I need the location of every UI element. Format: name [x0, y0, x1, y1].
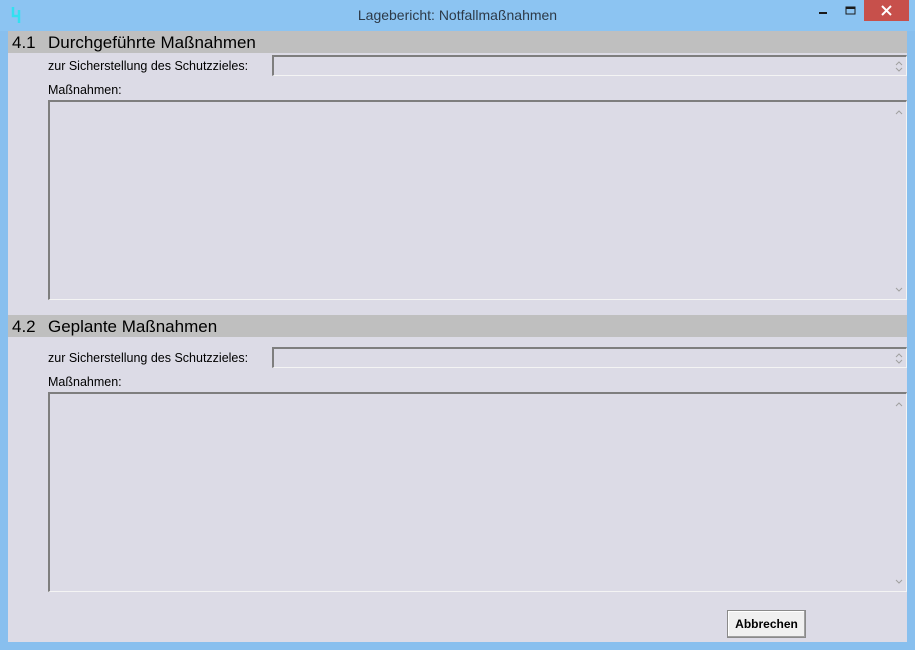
minimize-icon — [819, 12, 827, 14]
goal-label: zur Sicherstellung des Schutzzieles: — [48, 351, 249, 365]
measures-label: Maßnahmen: — [48, 83, 122, 97]
scroll-down-icon[interactable] — [894, 358, 904, 366]
scroll-down-icon[interactable] — [894, 578, 904, 586]
section-header-planned: 4.2 Geplante Maßnahmen — [8, 315, 907, 337]
section-header-performed: 4.1 Durchgeführte Maßnahmen — [8, 31, 907, 53]
scroll-down-icon[interactable] — [894, 286, 904, 294]
section-title: Durchgeführte Maßnahmen — [48, 33, 256, 52]
title-bar[interactable]: Lagebericht: Notfallmaßnahmen — [0, 0, 915, 31]
measures-label: Maßnahmen: — [48, 375, 122, 389]
section-number: 4.2 — [12, 317, 36, 336]
goal-input-planned[interactable] — [272, 347, 907, 368]
close-icon — [881, 5, 892, 16]
scrollbar[interactable] — [892, 102, 906, 299]
dialog-body: 4.1 Durchgeführte Maßnahmen zur Sicherst… — [8, 31, 907, 642]
goal-input-performed[interactable] — [272, 55, 907, 76]
goal-label: zur Sicherstellung des Schutzzieles: — [48, 59, 249, 73]
maximize-icon — [845, 6, 856, 15]
scrollbar[interactable] — [892, 349, 906, 367]
maximize-button[interactable] — [837, 0, 863, 21]
section-number: 4.1 — [12, 33, 36, 52]
close-button[interactable] — [864, 0, 909, 21]
minimize-button[interactable] — [810, 0, 836, 21]
scrollbar[interactable] — [892, 57, 906, 75]
cancel-button[interactable]: Abbrechen — [727, 610, 806, 638]
measures-textarea-performed[interactable] — [48, 100, 907, 300]
measures-textarea-planned[interactable] — [48, 392, 907, 592]
scrollbar[interactable] — [892, 394, 906, 591]
window-title: Lagebericht: Notfallmaßnahmen — [357, 7, 558, 23]
scroll-up-icon[interactable] — [894, 400, 904, 408]
scroll-up-icon[interactable] — [894, 108, 904, 116]
scroll-down-icon[interactable] — [894, 66, 904, 74]
section-title: Geplante Maßnahmen — [48, 317, 218, 336]
